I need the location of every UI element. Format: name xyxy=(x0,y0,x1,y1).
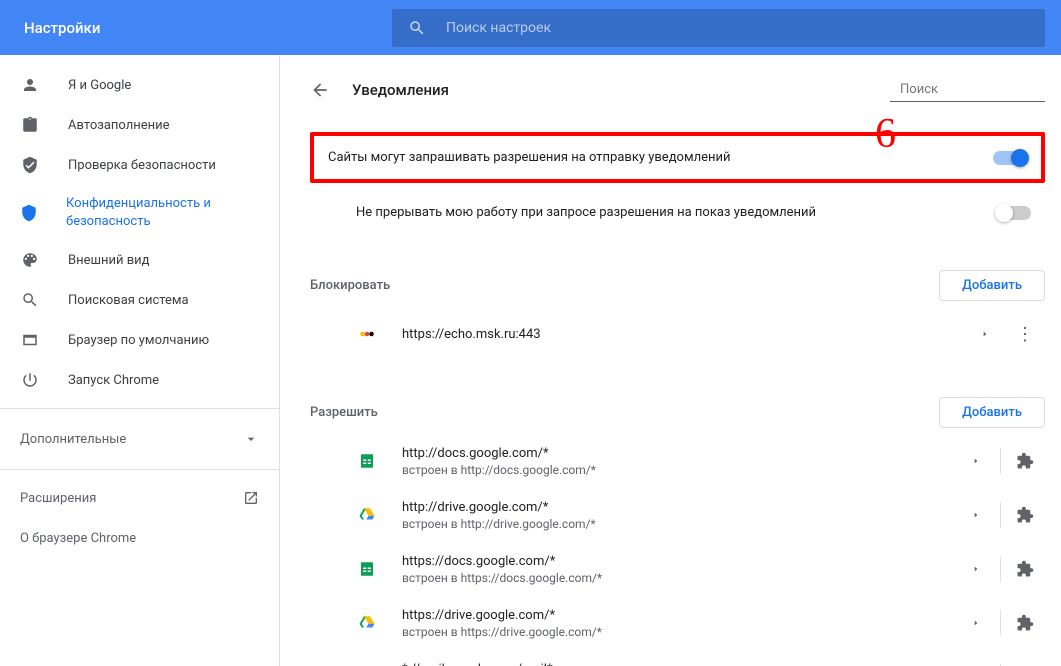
person-icon xyxy=(20,76,40,94)
site-sublabel: встроен в https://drive.google.com/* xyxy=(402,625,956,639)
sidebar-about-label: О браузере Chrome xyxy=(20,531,136,546)
divider xyxy=(0,408,279,409)
page-title: Уведомления xyxy=(352,81,449,99)
site-icon xyxy=(356,504,378,526)
search-icon xyxy=(20,291,40,309)
allow-list-item: http://docs.google.com/* встроен в http:/… xyxy=(310,434,1045,488)
sidebar-advanced-label: Дополнительные xyxy=(20,432,126,447)
divider xyxy=(0,469,279,470)
block-section-header: Блокировать Добавить xyxy=(310,270,1045,301)
sidebar-item-profile[interactable]: Я и Google xyxy=(0,65,279,105)
app-title: Настройки xyxy=(0,19,392,37)
app-header: Настройки xyxy=(0,0,1061,55)
item-menu[interactable]: ⋮ xyxy=(1005,324,1045,345)
site-icon xyxy=(356,450,378,472)
block-title: Блокировать xyxy=(310,278,390,293)
sidebar-item-label: Проверка безопасности xyxy=(68,158,216,173)
sidebar-item-label: Браузер по умолчанию xyxy=(68,333,209,348)
site-sublabel: встроен в http://drive.google.com/* xyxy=(402,517,956,531)
toggle-row-ask-permission: Сайты могут запрашивать разрешения на от… xyxy=(314,136,1041,179)
toggle-quiet-notifications[interactable] xyxy=(997,206,1031,220)
site-url: http://docs.google.com/* xyxy=(402,446,956,461)
sidebar-advanced[interactable]: Дополнительные xyxy=(0,417,279,461)
main-content: Уведомления 6 Сайты могут запрашивать ра… xyxy=(280,55,1061,666)
sidebar-item-label: Я и Google xyxy=(68,78,131,93)
site-icon xyxy=(356,612,378,634)
back-button[interactable] xyxy=(310,80,330,100)
extension-icon[interactable] xyxy=(1005,452,1045,470)
sidebar-extensions-label: Расширения xyxy=(20,491,96,506)
site-url: https://drive.google.com/* xyxy=(402,608,956,623)
site-url: https://docs.google.com/* xyxy=(402,554,956,569)
sidebar-item-label: Поисковая система xyxy=(68,293,189,308)
annotation-number: 6 xyxy=(875,110,896,158)
allow-list-item: *://mail.google.com/mail*встроен в *://m… xyxy=(310,650,1045,666)
toggle-label: Не прерывать мою работу при запросе разр… xyxy=(356,205,816,220)
toggle-ask-permission[interactable] xyxy=(993,151,1027,165)
page-search-input[interactable] xyxy=(900,82,1061,97)
page-search[interactable] xyxy=(890,77,1045,102)
sidebar-item-default-browser[interactable]: Браузер по умолчанию xyxy=(0,320,279,360)
allow-list-item: https://docs.google.com/* встроен в https… xyxy=(310,542,1045,596)
sidebar-item-autofill[interactable]: Автозаполнение xyxy=(0,105,279,145)
allow-list-item: https://drive.google.com/* встроен в http… xyxy=(310,596,1045,650)
power-icon xyxy=(20,371,40,389)
chevron-down-icon xyxy=(243,431,259,447)
extension-icon[interactable] xyxy=(1005,614,1045,632)
sidebar-item-appearance[interactable]: Внешний вид xyxy=(0,240,279,280)
site-sublabel: встроен в http://docs.google.com/* xyxy=(402,463,956,477)
sidebar-item-label: Внешний вид xyxy=(68,253,150,268)
shield-check-icon xyxy=(20,156,40,174)
site-sublabel: встроен в https://docs.google.com/* xyxy=(402,571,956,585)
item-expand[interactable] xyxy=(956,509,996,521)
block-list-item: https://echo.msk.ru:443 ⋮ xyxy=(310,307,1045,361)
sidebar-item-safety[interactable]: Проверка безопасности xyxy=(0,145,279,185)
search-icon xyxy=(408,19,426,37)
sidebar-item-label: Автозаполнение xyxy=(68,118,170,133)
add-allow-button[interactable]: Добавить xyxy=(939,397,1045,428)
sidebar-item-startup[interactable]: Запуск Chrome xyxy=(0,360,279,400)
browser-icon xyxy=(20,331,40,349)
site-url: https://echo.msk.ru:443 xyxy=(402,327,965,342)
palette-icon xyxy=(20,251,40,269)
global-search-input[interactable] xyxy=(446,20,1029,36)
allow-title: Разрешить xyxy=(310,405,378,420)
clipboard-icon xyxy=(20,116,40,134)
extension-icon[interactable] xyxy=(1005,506,1045,524)
external-link-icon xyxy=(243,490,259,506)
site-icon xyxy=(356,558,378,580)
sidebar-item-label: Конфиденциальность и безопасность xyxy=(66,195,259,230)
toggle-label: Сайты могут запрашивать разрешения на от… xyxy=(328,150,731,165)
sidebar-extensions[interactable]: Расширения xyxy=(0,478,279,518)
sidebar: Я и Google Автозаполнение Проверка безоп… xyxy=(0,55,280,666)
allow-section-header: Разрешить Добавить xyxy=(310,397,1045,428)
sidebar-item-label: Запуск Chrome xyxy=(68,373,159,388)
sidebar-item-privacy[interactable]: Конфиденциальность и безопасность xyxy=(0,185,279,240)
item-expand[interactable] xyxy=(956,617,996,629)
site-url: http://drive.google.com/* xyxy=(402,500,956,515)
add-block-button[interactable]: Добавить xyxy=(939,270,1045,301)
item-expand[interactable] xyxy=(956,455,996,467)
site-url: *://mail.google.com/mail* xyxy=(402,662,956,666)
highlighted-setting: Сайты могут запрашивать разрешения на от… xyxy=(310,132,1045,183)
allow-list-item: http://drive.google.com/* встроен в http:… xyxy=(310,488,1045,542)
item-expand[interactable] xyxy=(965,328,1005,340)
extension-icon[interactable] xyxy=(1005,560,1045,578)
sidebar-about[interactable]: О браузере Chrome xyxy=(0,518,279,558)
sidebar-item-search[interactable]: Поисковая система xyxy=(0,280,279,320)
toggle-row-quiet: Не прерывать мою работу при запросе разр… xyxy=(310,191,1045,234)
site-favicon-icon xyxy=(356,323,378,345)
global-search[interactable] xyxy=(392,9,1045,47)
item-expand[interactable] xyxy=(956,563,996,575)
shield-icon xyxy=(20,204,38,222)
page-header: Уведомления xyxy=(310,77,1045,102)
